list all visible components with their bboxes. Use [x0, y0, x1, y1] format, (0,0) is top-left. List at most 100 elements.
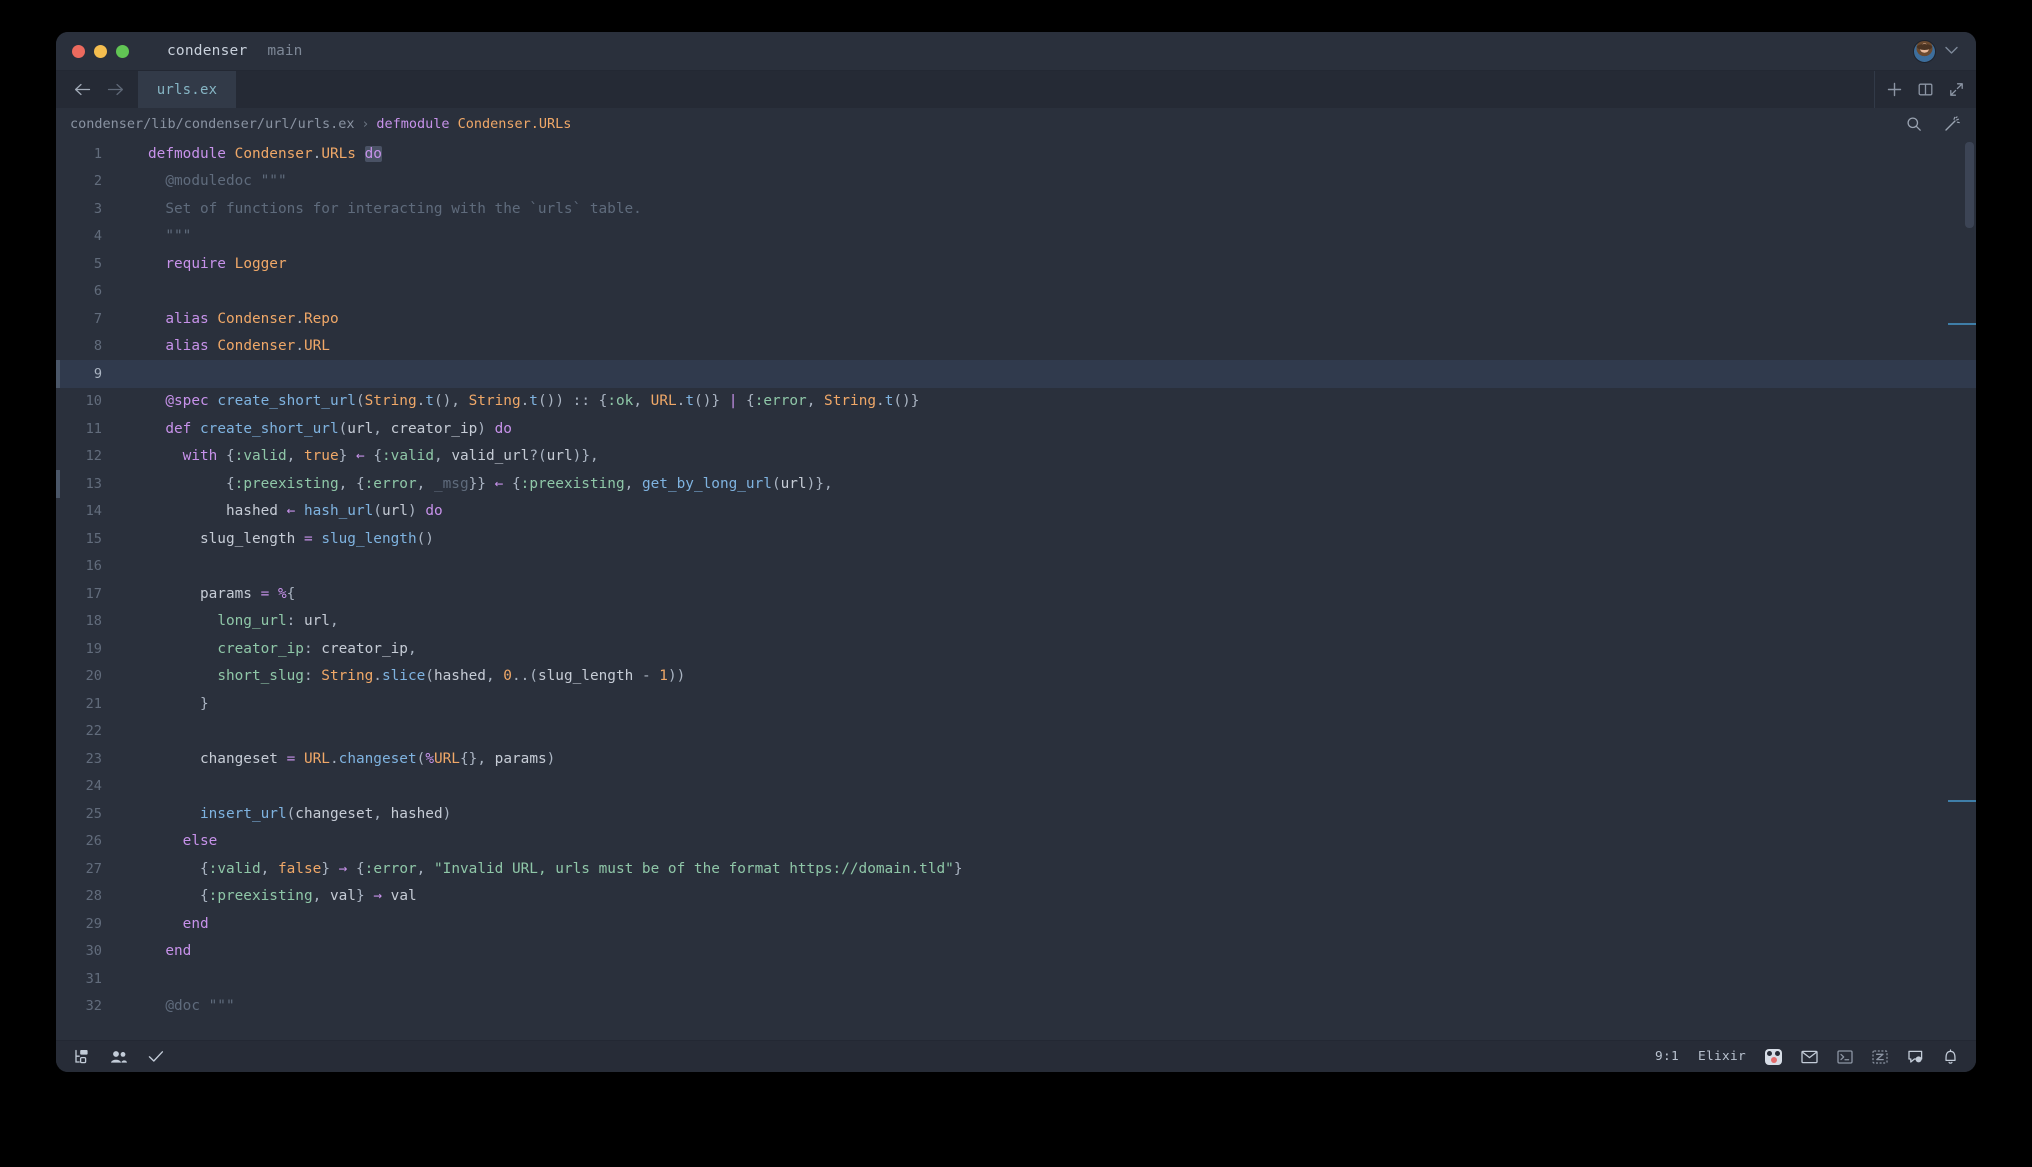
fold-indicator	[56, 250, 60, 278]
breadcrumb-file-path[interactable]: condenser/lib/condenser/url/urls.ex	[70, 116, 354, 132]
fold-indicator	[56, 360, 60, 388]
code-line[interactable]: 24	[56, 773, 1976, 801]
code-line[interactable]: 23 changeset = URL.changeset(%URL{}, par…	[56, 745, 1976, 773]
code-text[interactable]: changeset = URL.changeset(%URL{}, params…	[123, 751, 1976, 767]
live-share-icon[interactable]	[110, 1050, 128, 1064]
avatar[interactable]	[1913, 39, 1936, 63]
zoom-window-button[interactable]	[116, 44, 129, 58]
code-line[interactable]: 28 {:preexisting, val} → val	[56, 883, 1976, 911]
code-line[interactable]: 5 require Logger	[56, 250, 1976, 278]
line-number: 21	[85, 695, 102, 712]
chevron-down-icon[interactable]	[1945, 45, 1958, 58]
line-number: 2	[93, 173, 102, 190]
code-text[interactable]: }	[123, 696, 1976, 712]
code-line[interactable]: 19 creator_ip: creator_ip,	[56, 635, 1976, 663]
code-text[interactable]: {:preexisting, {:error, _msg}} ← {:preex…	[123, 476, 1976, 492]
code-text[interactable]: alias Condenser.URL	[123, 338, 1976, 354]
code-text[interactable]: hashed ← hash_url(url) do	[123, 503, 1976, 519]
code-line[interactable]: 31	[56, 965, 1976, 993]
code-text[interactable]: long_url: url,	[123, 613, 1976, 629]
editor-scrollbar[interactable]	[1962, 140, 1976, 1040]
close-window-button[interactable]	[72, 44, 85, 58]
code-line[interactable]: 30 end	[56, 938, 1976, 966]
code-text[interactable]: end	[123, 943, 1976, 959]
fold-indicator	[56, 278, 60, 306]
terminal-icon[interactable]	[1837, 1049, 1853, 1064]
mail-icon[interactable]	[1801, 1050, 1818, 1064]
breadcrumb-items: condenser/lib/condenser/url/urls.ex › de…	[70, 116, 571, 132]
code-line[interactable]: 2 @moduledoc """	[56, 168, 1976, 196]
code-line[interactable]: 10 @spec create_short_url(String.t(), St…	[56, 388, 1976, 416]
code-line[interactable]: 1 defmodule Condenser.URLs do	[56, 140, 1976, 168]
code-lines[interactable]: 1 defmodule Condenser.URLs do 2 @moduledoc…	[56, 140, 1976, 1020]
code-text[interactable]: defmodule Condenser.URLs do	[123, 145, 1976, 162]
tab-urls-ex[interactable]: urls.ex	[138, 71, 236, 108]
code-line[interactable]: 17 params = %{	[56, 580, 1976, 608]
cursor-position[interactable]: 9:1	[1655, 1049, 1679, 1064]
split-editor-icon[interactable]	[1918, 82, 1933, 97]
code-text[interactable]: slug_length = slug_length()	[123, 531, 1976, 547]
breadcrumb-symbol[interactable]: defmodule Condenser.URLs	[376, 116, 571, 132]
code-text[interactable]: alias Condenser.Repo	[123, 311, 1976, 327]
code-line[interactable]: 12 with {:valid, true} ← {:valid, valid_…	[56, 443, 1976, 471]
code-line[interactable]: 8 alias Condenser.URL	[56, 333, 1976, 361]
code-line[interactable]: 13 {:preexisting, {:error, _msg}} ← {:pr…	[56, 470, 1976, 498]
line-number: 8	[93, 338, 102, 355]
code-editor[interactable]: 1 defmodule Condenser.URLs do 2 @moduledoc…	[56, 140, 1976, 1040]
forward-button[interactable]	[99, 71, 132, 108]
scrollbar-thumb[interactable]	[1965, 142, 1974, 228]
code-line[interactable]: 6	[56, 278, 1976, 306]
account-area[interactable]	[1913, 32, 1958, 70]
code-line[interactable]: 27 {:valid, false} → {:error, "Invalid U…	[56, 855, 1976, 883]
code-text[interactable]: params = %{	[123, 586, 1976, 602]
code-line[interactable]: 11 def create_short_url(url, creator_ip)…	[56, 415, 1976, 443]
copilot-icon[interactable]	[1765, 1048, 1782, 1065]
code-text[interactable]: def create_short_url(url, creator_ip) do	[123, 421, 1976, 437]
code-text[interactable]: {:valid, false} → {:error, "Invalid URL,…	[123, 861, 1976, 877]
code-line[interactable]: 16	[56, 553, 1976, 581]
code-text[interactable]: {:preexisting, val} → val	[123, 888, 1976, 904]
code-line[interactable]: 18 long_url: url,	[56, 608, 1976, 636]
code-line[interactable]: 29 end	[56, 910, 1976, 938]
code-text[interactable]: @moduledoc """	[123, 173, 1976, 189]
checkmark-icon[interactable]	[148, 1050, 164, 1063]
minimize-window-button[interactable]	[94, 44, 107, 58]
comment-icon[interactable]	[1907, 1049, 1924, 1064]
code-text[interactable]: require Logger	[123, 256, 1976, 272]
fold-indicator	[56, 993, 60, 1021]
code-line[interactable]: 7 alias Condenser.Repo	[56, 305, 1976, 333]
source-control-icon[interactable]	[74, 1049, 90, 1064]
code-text[interactable]: short_slug: String.slice(hashed, 0..(slu…	[123, 668, 1976, 684]
magic-wand-icon[interactable]	[1944, 116, 1960, 132]
code-text[interactable]: else	[123, 833, 1976, 849]
code-text[interactable]: insert_url(changeset, hashed)	[123, 806, 1976, 822]
code-line[interactable]: 25 insert_url(changeset, hashed)	[56, 800, 1976, 828]
zed-icon[interactable]	[1872, 1049, 1888, 1064]
fold-indicator	[56, 773, 60, 801]
fold-indicator	[56, 883, 60, 911]
code-line[interactable]: 21 }	[56, 690, 1976, 718]
code-text[interactable]: @spec create_short_url(String.t(), Strin…	[123, 393, 1976, 409]
code-line[interactable]: 32 @doc """	[56, 993, 1976, 1021]
code-line[interactable]: 26 else	[56, 828, 1976, 856]
code-line[interactable]: 20 short_slug: String.slice(hashed, 0..(…	[56, 663, 1976, 691]
new-file-icon[interactable]	[1887, 82, 1902, 97]
code-text[interactable]: creator_ip: creator_ip,	[123, 641, 1976, 657]
search-icon[interactable]	[1906, 116, 1922, 132]
code-line[interactable]: 3 Set of functions for interacting with …	[56, 195, 1976, 223]
language-mode[interactable]: Elixir	[1698, 1049, 1746, 1064]
code-line[interactable]: 15 slug_length = slug_length()	[56, 525, 1976, 553]
code-text[interactable]: @doc """	[123, 998, 1976, 1014]
maximize-icon[interactable]	[1949, 82, 1964, 97]
back-button[interactable]	[66, 71, 99, 108]
code-line[interactable]: 22	[56, 718, 1976, 746]
code-text[interactable]: end	[123, 916, 1976, 932]
code-text[interactable]: Set of functions for interacting with th…	[123, 201, 1976, 217]
code-text[interactable]: """	[123, 228, 1976, 244]
code-line[interactable]: 14 hashed ← hash_url(url) do	[56, 498, 1976, 526]
code-line[interactable]: 9	[56, 360, 1976, 388]
bell-icon[interactable]	[1943, 1048, 1958, 1065]
code-text[interactable]: with {:valid, true} ← {:valid, valid_url…	[123, 448, 1976, 464]
code-line[interactable]: 4 """	[56, 223, 1976, 251]
line-number: 6	[93, 283, 102, 300]
